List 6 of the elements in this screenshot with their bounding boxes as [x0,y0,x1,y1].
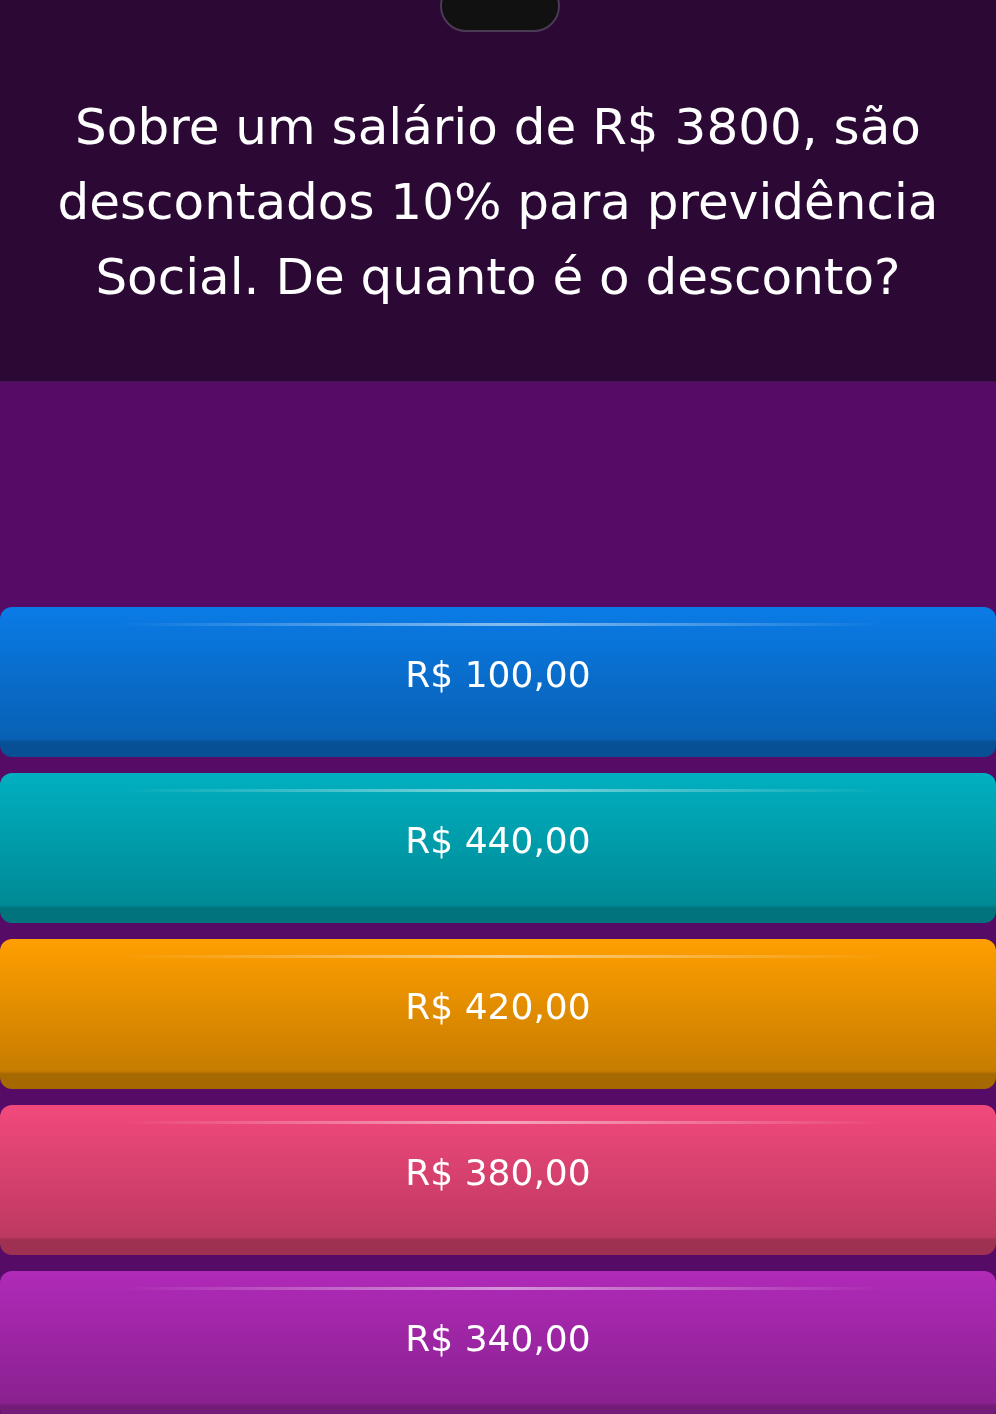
answer-option-button[interactable]: R$ 440,00 [0,773,996,923]
answer-option-button[interactable]: R$ 420,00 [0,939,996,1089]
answer-option-button[interactable]: R$ 380,00 [0,1105,996,1255]
answer-option-button[interactable]: R$ 340,00 [0,1271,996,1414]
question-text: Sobre um salário de R$ 3800, são descontados 10% para previdência Social. De quanto é o desconto? [56,97,940,308]
answer-option-button[interactable]: R$ 100,00 [0,607,996,757]
